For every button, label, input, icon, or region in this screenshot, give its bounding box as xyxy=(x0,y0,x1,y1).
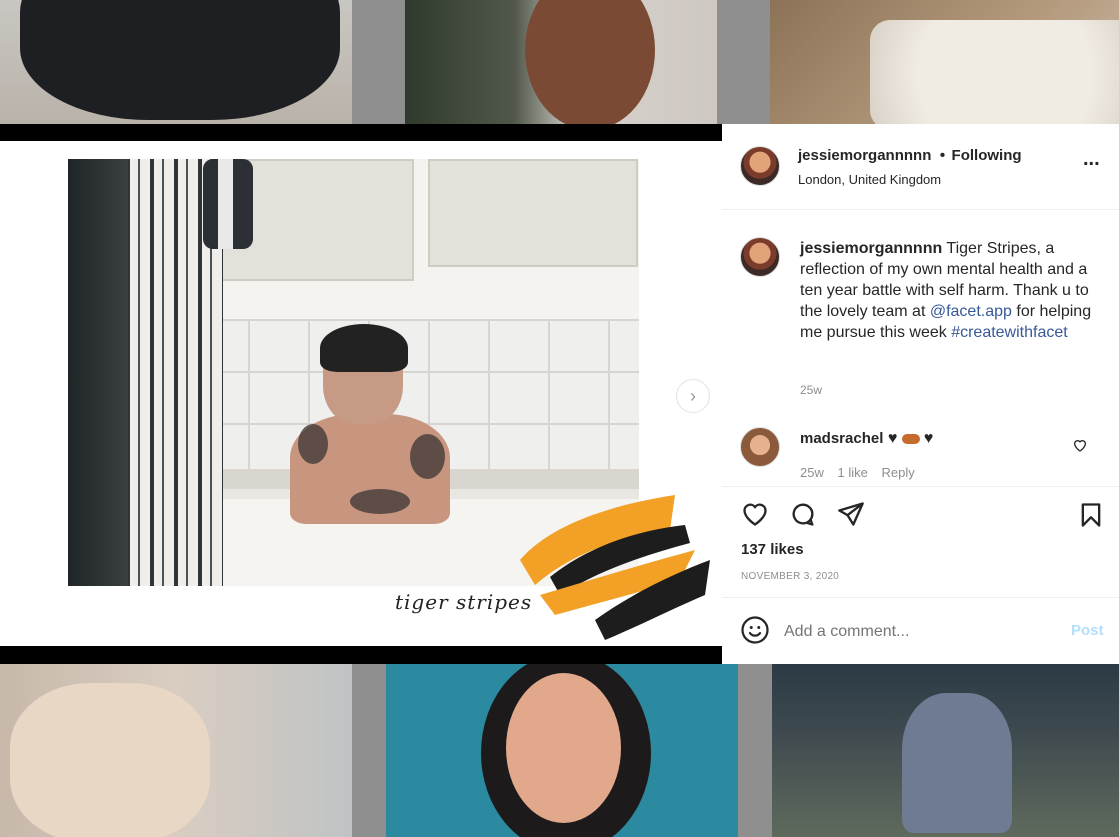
tattoo xyxy=(298,424,328,464)
hashtag-link[interactable]: #createwithfacet xyxy=(951,324,1068,341)
divider xyxy=(722,597,1119,598)
grid-thumbnail[interactable] xyxy=(386,663,738,837)
author-username[interactable]: jessiemorgannnnn xyxy=(798,147,931,164)
thumbnail-figure xyxy=(10,683,210,837)
post-location[interactable]: London, United Kingdom xyxy=(798,172,941,187)
share-send-icon[interactable] xyxy=(836,500,866,528)
fox-emoji-icon xyxy=(901,433,920,444)
like-heart-icon[interactable] xyxy=(740,500,770,528)
comment: madsrachel ♥ ♥ xyxy=(800,428,933,449)
commenter-username[interactable]: madsrachel xyxy=(800,430,883,447)
person-hair xyxy=(320,324,408,372)
thumbnail-figure xyxy=(525,0,655,124)
follow-status[interactable]: Following xyxy=(952,147,1022,164)
comment-text: ♥ xyxy=(883,430,902,447)
post-sidebar xyxy=(722,124,1119,664)
divider xyxy=(722,486,1119,487)
comment-age: 25w xyxy=(800,465,824,480)
post-date: NOVEMBER 3, 2020 xyxy=(741,571,840,582)
post-comment-button[interactable]: Post xyxy=(1071,622,1104,639)
tiger-stripes-mark xyxy=(520,495,710,640)
add-comment-input[interactable] xyxy=(782,618,1046,646)
bathroom-window xyxy=(196,159,639,319)
likes-count[interactable]: 137 likes xyxy=(741,541,804,558)
tattoo xyxy=(410,434,445,479)
grid-thumbnail[interactable] xyxy=(0,663,352,837)
thumbnail-figure xyxy=(902,693,1012,833)
comment-bubble-icon[interactable] xyxy=(788,500,818,528)
window-pane xyxy=(428,159,638,267)
next-image-button[interactable]: › xyxy=(676,379,710,413)
caption-text: jessiemorgannnnn Tiger Stripes, a reflec… xyxy=(800,238,1100,343)
grid-thumbnail[interactable] xyxy=(405,0,717,124)
post-header: jessiemorgannnnn • Following xyxy=(798,147,1022,165)
more-options-button[interactable]: ... xyxy=(1083,149,1100,169)
comment-like-heart-icon[interactable] xyxy=(1072,437,1088,453)
grid-thumbnail[interactable] xyxy=(0,0,352,124)
emoji-smiley-icon[interactable] xyxy=(740,615,770,645)
hanging-cloth xyxy=(203,159,253,249)
reply-button[interactable]: Reply xyxy=(881,465,914,480)
caption-age: 25w xyxy=(800,383,823,397)
person-body xyxy=(290,414,450,524)
heart-emoji-icon: ♥ xyxy=(923,430,934,447)
caption-avatar[interactable] xyxy=(740,237,780,277)
header-separator: • xyxy=(939,147,946,164)
commenter-avatar[interactable] xyxy=(740,427,780,467)
save-bookmark-icon[interactable] xyxy=(1077,500,1105,530)
mention-link[interactable]: @facet.app xyxy=(930,303,1012,320)
caption-username[interactable]: jessiemorgannnnn xyxy=(800,240,942,257)
thumbnail-figure xyxy=(20,0,340,120)
author-avatar[interactable] xyxy=(740,146,780,186)
comment-meta: 25w 1 like Reply xyxy=(800,465,915,480)
shower-curtain-shadow xyxy=(68,159,128,586)
grid-thumbnail[interactable] xyxy=(772,663,1119,837)
divider xyxy=(722,209,1119,210)
thumbnail-bed xyxy=(870,20,1119,124)
thumbnail-face xyxy=(506,673,621,823)
grid-thumbnail[interactable] xyxy=(770,0,1119,124)
chevron-right-icon: › xyxy=(690,385,696,406)
tattoo xyxy=(350,489,410,514)
comment-likes[interactable]: 1 like xyxy=(837,465,867,480)
